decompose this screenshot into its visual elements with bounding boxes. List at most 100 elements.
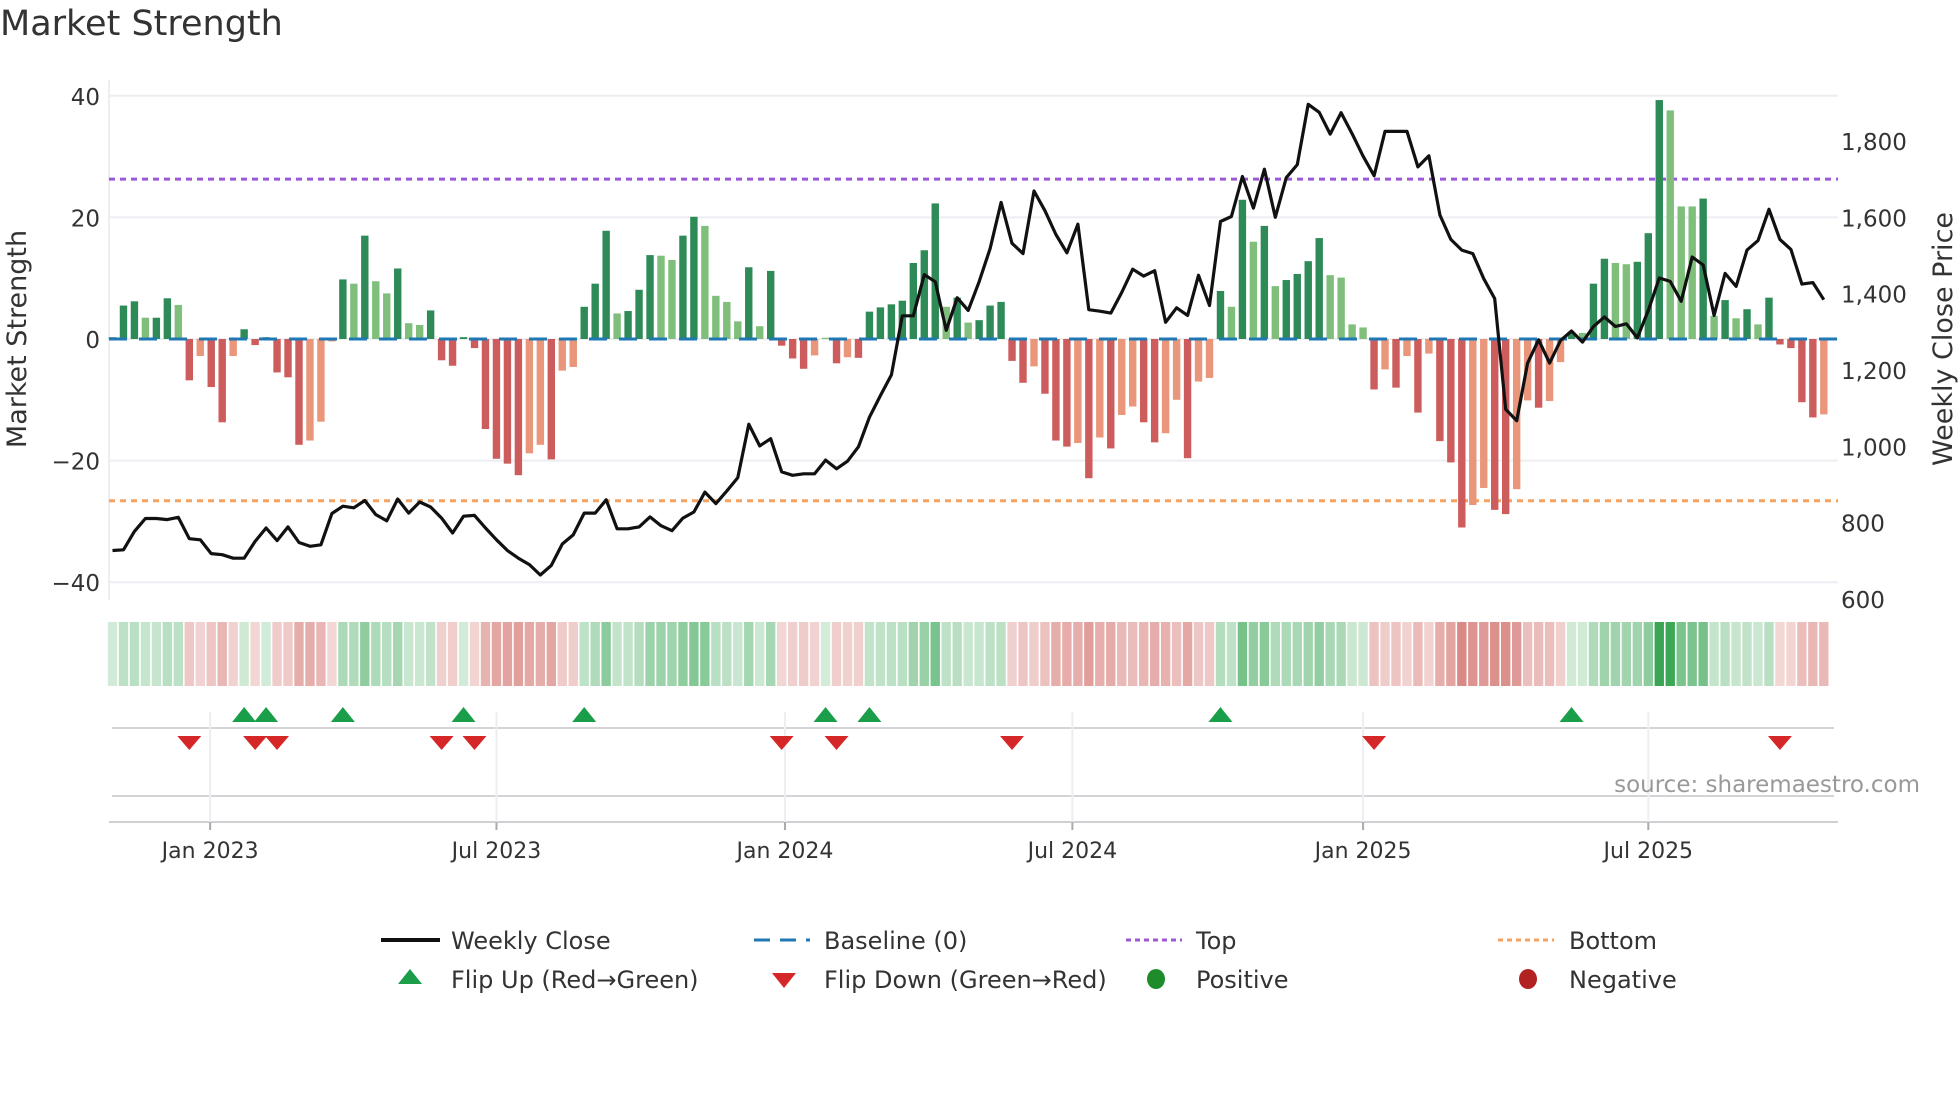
legend-item-flip-up[interactable]: Flip Up (Red→Green) — [398, 966, 699, 994]
bar-positive — [1743, 309, 1751, 339]
legend-label: Top — [1195, 927, 1237, 955]
heat-cell — [1138, 622, 1149, 686]
heat-cell — [612, 622, 622, 686]
bar-positive — [339, 279, 347, 339]
heat-cell — [1029, 622, 1039, 686]
heat-cell — [1391, 622, 1401, 686]
bar-negative — [1491, 339, 1499, 510]
heat-cell — [1062, 622, 1072, 686]
y-axis-title: Market Strength — [2, 230, 33, 448]
bar-positive — [975, 320, 983, 339]
bar-negative — [492, 339, 501, 459]
bar-positive — [1238, 199, 1247, 339]
heat-cell — [952, 622, 962, 686]
bar-negative — [1019, 339, 1027, 383]
heat-cell — [700, 622, 710, 686]
bar-negative — [1074, 339, 1082, 443]
heat-cell — [744, 622, 754, 686]
bar-positive — [1754, 324, 1762, 339]
heat-cell — [173, 622, 184, 686]
heat-cell — [1413, 622, 1423, 686]
bar-negative — [1150, 339, 1159, 443]
heat-cell — [1358, 622, 1368, 686]
bar-positive — [163, 298, 172, 339]
heat-cell — [118, 622, 129, 686]
bar-negative — [1414, 339, 1422, 413]
heat-cell — [711, 622, 721, 686]
legend-item-flip-down[interactable]: Flip Down (Green→Red) — [772, 966, 1107, 994]
legend-item-negative[interactable]: Negative — [1519, 966, 1677, 994]
bar-positive — [394, 268, 402, 339]
bar-negative — [317, 339, 325, 422]
y2-tick-label: 1,800 — [1841, 130, 1907, 156]
heat-cell — [1347, 622, 1357, 686]
bar-negative — [1436, 339, 1444, 442]
heat-cell — [941, 622, 951, 686]
heat-cell — [886, 622, 897, 686]
legend-item-positive[interactable]: Positive — [1147, 966, 1289, 994]
heat-cell — [1676, 622, 1686, 686]
bar-positive — [141, 317, 150, 339]
bar-positive — [1666, 110, 1674, 339]
heat-cell — [546, 622, 556, 686]
y2-tick-label: 600 — [1841, 588, 1885, 614]
heat-cell — [568, 622, 578, 686]
heat-cell — [107, 622, 118, 686]
bar-negative — [854, 339, 863, 358]
heat-cell — [129, 622, 140, 686]
legend-item-baseline[interactable]: Baseline (0) — [754, 927, 967, 955]
bar-negative — [1096, 339, 1104, 438]
legend-item-weekly-close[interactable]: Weekly Close — [381, 927, 611, 955]
legend-label: Negative — [1569, 966, 1677, 994]
bar-positive — [591, 283, 599, 339]
flip-down-marker — [177, 736, 202, 750]
heat-cell — [436, 622, 447, 686]
flip-down-marker — [1767, 736, 1792, 750]
bar-negative — [437, 339, 446, 361]
heat-cell — [1577, 622, 1588, 686]
bar-negative — [273, 339, 281, 373]
heat-cell — [250, 622, 260, 686]
legend-label: Flip Down (Green→Red) — [824, 966, 1107, 994]
heat-cell — [184, 622, 194, 686]
legend-item-top[interactable]: Top — [1126, 927, 1237, 955]
heat-cell — [820, 622, 831, 686]
x-tick-label: Jul 2024 — [1026, 839, 1118, 864]
flip-down-marker — [824, 736, 849, 750]
red-dot-icon — [1519, 969, 1537, 989]
bar-positive — [701, 225, 709, 339]
heat-cell — [382, 622, 392, 686]
heat-cell — [513, 622, 524, 686]
heat-cell — [360, 622, 370, 686]
heat-cell — [1018, 622, 1028, 686]
heat-cell — [776, 622, 787, 686]
bar-positive — [920, 250, 928, 339]
heat-cell — [327, 622, 337, 686]
x-tick-label: Jul 2025 — [1602, 839, 1694, 864]
heat-cell — [349, 622, 359, 686]
bar-negative — [185, 339, 193, 381]
bar-positive — [767, 270, 775, 339]
bar-positive — [876, 307, 885, 339]
heat-cell — [1369, 622, 1379, 686]
heat-cell — [678, 622, 688, 686]
bar-positive — [986, 305, 994, 339]
x-tick-label: Jan 2023 — [160, 839, 259, 864]
flip-down-marker — [265, 736, 290, 750]
heat-cell — [623, 622, 633, 686]
heat-cell — [1314, 622, 1324, 686]
bar-negative — [569, 339, 577, 367]
bar-negative — [229, 339, 237, 357]
legend-item-bottom[interactable]: Bottom — [1498, 927, 1657, 955]
flip-up-marker — [572, 707, 597, 722]
heat-cell — [1808, 622, 1818, 686]
bar-positive — [383, 293, 391, 339]
heat-cell — [1720, 622, 1730, 686]
bar-negative — [1118, 339, 1126, 415]
bar-positive — [1765, 297, 1773, 339]
bar-negative — [1161, 339, 1170, 434]
strength-bars — [108, 100, 1828, 528]
bar-positive — [1677, 206, 1685, 339]
bar-negative — [1403, 339, 1411, 357]
legend-label: Positive — [1196, 966, 1289, 994]
